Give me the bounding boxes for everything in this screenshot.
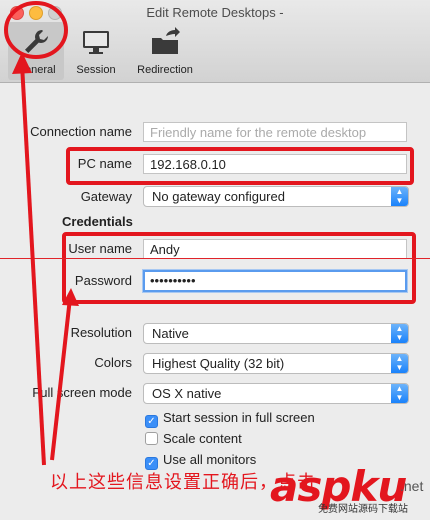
gateway-value: No gateway configured [152, 189, 285, 204]
tab-general[interactable]: General [8, 22, 64, 80]
tab-general-label: General [16, 64, 56, 76]
pc-name-highlight [66, 147, 414, 185]
credentials-highlight [62, 232, 416, 304]
watermark-tld: .net [400, 478, 424, 494]
resolution-select[interactable]: Native ▲ ▼ [143, 323, 409, 344]
tab-redirection-label: Redirection [137, 64, 193, 76]
annotation-arrow-line-2 [50, 297, 72, 461]
connection-name-input[interactable]: Friendly name for the remote desktop [143, 122, 407, 142]
window-titlebar: Edit Remote Desktops - General Session R… [0, 0, 430, 83]
scale-content-checkbox[interactable]: Scale content [145, 431, 242, 446]
chevron-updown-icon: ▲ ▼ [391, 324, 408, 343]
start-fullscreen-checkbox[interactable]: ✓ Start session in full screen [145, 410, 315, 428]
monitor-icon [83, 31, 109, 54]
colors-label: Colors [94, 355, 132, 370]
checkmark-icon: ✓ [145, 415, 158, 428]
close-window-button[interactable] [10, 6, 24, 20]
gateway-label: Gateway [80, 189, 132, 204]
chevron-updown-icon: ▲ ▼ [391, 187, 408, 206]
full-screen-mode-label: Full screen mode [32, 385, 132, 400]
start-fullscreen-label: Start session in full screen [163, 410, 315, 425]
chevron-updown-icon: ▲ ▼ [391, 354, 408, 373]
resolution-value: Native [152, 326, 189, 341]
colors-select[interactable]: Highest Quality (32 bit) ▲ ▼ [143, 353, 409, 374]
wrench-icon [25, 30, 48, 53]
tab-session[interactable]: Session [72, 22, 120, 80]
full-screen-mode-select[interactable]: OS X native ▲ ▼ [143, 383, 409, 404]
tab-redirection[interactable]: Redirection [130, 22, 200, 80]
annotation-divider-line [0, 258, 430, 259]
resolution-label: Resolution [70, 325, 132, 340]
zoom-window-button[interactable] [48, 6, 62, 20]
tab-session-label: Session [76, 64, 116, 76]
connection-name-label: Connection name [30, 124, 132, 139]
minimize-window-button[interactable] [29, 6, 43, 20]
colors-value: Highest Quality (32 bit) [152, 356, 285, 371]
folder-arrow-icon [152, 27, 180, 54]
full-screen-mode-value: OS X native [152, 386, 222, 401]
window-title: Edit Remote Desktops - [146, 5, 284, 20]
use-all-monitors-label: Use all monitors [163, 452, 257, 467]
gateway-select[interactable]: No gateway configured ▲ ▼ [143, 186, 409, 207]
chevron-updown-icon: ▲ ▼ [391, 384, 408, 403]
checkbox-empty-icon [145, 432, 158, 445]
watermark-subtitle: 免费网站源码下载站 [318, 504, 408, 515]
scale-content-label: Scale content [163, 431, 242, 446]
credentials-heading: Credentials [62, 214, 133, 229]
